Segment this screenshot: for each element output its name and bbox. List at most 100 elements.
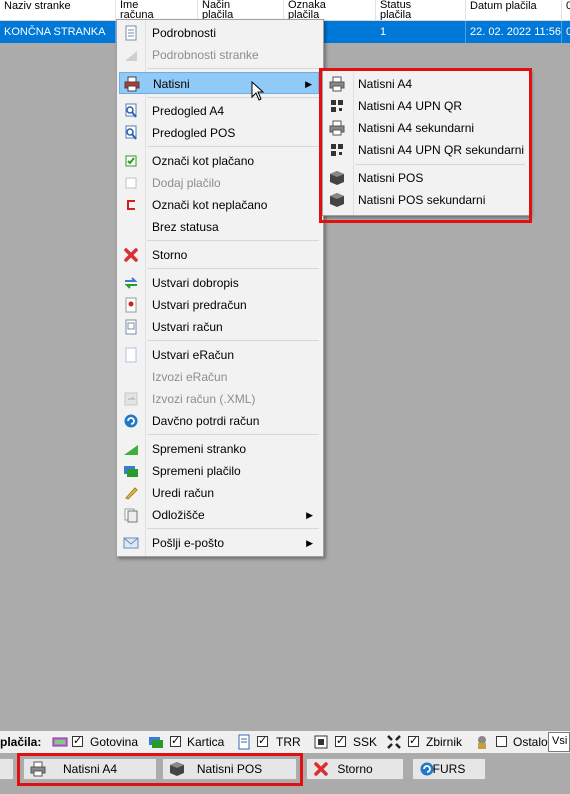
menu-item-preview-pos[interactable]: Predogled POS xyxy=(119,122,319,144)
action-button-bar: Natisni A4 Natisni POS Storno FURS xyxy=(0,753,570,794)
menu-item-label: Izvozi eRačun xyxy=(152,370,228,384)
menu-item-customer-details[interactable]: Podrobnosti stranke xyxy=(119,44,319,66)
filter-checkbox-cash[interactable] xyxy=(72,734,83,747)
column-header-payment-status[interactable]: Status plačila xyxy=(376,0,466,20)
menu-item-export-einvoice[interactable]: Izvozi eRačun xyxy=(119,366,319,388)
cash-icon xyxy=(52,737,68,747)
cell-payment-status[interactable]: 1 xyxy=(376,21,466,43)
export-xml-icon xyxy=(124,392,138,406)
filter-title: plačila: xyxy=(0,735,42,749)
menu-item-label: Ustvari predračun xyxy=(152,298,247,312)
invoice-icon xyxy=(125,319,137,335)
grid-header: Naziv stranke Ime računa Način plačila Ozn… xyxy=(0,0,570,21)
ssk-icon xyxy=(314,735,328,749)
printer-icon xyxy=(124,76,140,92)
furs-label: FURS xyxy=(432,762,466,776)
customer-details-icon xyxy=(125,51,137,61)
menu-item-label: Podrobnosti stranke xyxy=(152,48,259,62)
menu-item-label: Predogled A4 xyxy=(152,104,225,118)
column-header-customer-name[interactable]: Naziv stranke xyxy=(0,0,116,20)
menu-item-label: Označi kot plačano xyxy=(152,154,255,168)
tax-confirm-icon xyxy=(420,762,434,776)
menu-item-no-status[interactable]: Brez statusa xyxy=(119,216,319,238)
menu-item-label: Izvozi račun (.XML) xyxy=(152,392,256,406)
menu-item-mark-paid[interactable]: Označi kot plačano xyxy=(119,150,319,172)
filter-all-label: Vsi xyxy=(552,735,568,747)
details-icon xyxy=(125,25,137,41)
filter-label-trr: TRR xyxy=(276,735,301,749)
menu-item-label: Ustvari eRačun xyxy=(152,348,235,362)
mouse-cursor-icon xyxy=(251,81,265,101)
menu-item-export-xml[interactable]: Izvozi račun (.XML) xyxy=(119,388,319,410)
column-header-extra[interactable]: 0 xyxy=(562,0,570,20)
menu-item-create-einvoice[interactable]: Ustvari eRačun xyxy=(119,344,319,366)
highlight-box-buttons xyxy=(17,753,303,786)
change-payment-icon xyxy=(124,466,138,477)
filter-checkbox-other[interactable] xyxy=(496,736,507,747)
menu-item-send-email[interactable]: Pošlji e-pošto ▶ xyxy=(119,532,319,554)
column-header-payment-method[interactable]: Način plačila xyxy=(198,0,284,20)
highlight-box-submenu xyxy=(319,68,532,223)
menu-item-preview-a4[interactable]: Predogled A4 xyxy=(119,100,319,122)
menu-item-label: Uredi račun xyxy=(152,486,215,500)
column-header-invoice-name[interactable]: Ime računa xyxy=(116,0,198,20)
cell-extra[interactable]: 0 xyxy=(562,21,570,43)
storno-button[interactable]: Storno xyxy=(306,758,404,780)
submenu-arrow-icon: ▶ xyxy=(305,79,312,89)
menu-item-create-invoice[interactable]: Ustvari račun xyxy=(119,316,319,338)
partial-button[interactable] xyxy=(0,758,14,780)
menu-item-change-payment[interactable]: Spremeni plačilo xyxy=(119,460,319,482)
cell-payment-date[interactable]: 22. 02. 2022 11:56 xyxy=(466,21,562,43)
menu-item-edit-invoice[interactable]: Uredi račun xyxy=(119,482,319,504)
menu-item-clipboard[interactable]: Odložišče ▶ xyxy=(119,504,319,526)
menu-item-label: Odložišče xyxy=(152,508,205,522)
filter-label-other: Ostalo xyxy=(513,735,548,749)
column-header-payment-label[interactable]: Oznaka plačila xyxy=(284,0,376,20)
einvoice-icon xyxy=(125,347,137,363)
menu-item-change-customer[interactable]: Spremeni stranko xyxy=(119,438,319,460)
cancel-x-icon xyxy=(124,248,138,262)
menu-item-label: Predogled POS xyxy=(152,126,236,140)
menu-item-tax-confirm[interactable]: Davčno potrdi račun xyxy=(119,410,319,432)
mark-unpaid-icon xyxy=(127,200,135,210)
change-customer-icon xyxy=(124,445,138,455)
menu-item-label: Pošlji e-pošto xyxy=(152,536,225,550)
preview-icon xyxy=(125,125,137,140)
filter-checkbox-collective[interactable] xyxy=(408,734,419,747)
filter-checkbox-trr[interactable] xyxy=(257,734,268,747)
menu-item-details[interactable]: Podrobnosti xyxy=(119,22,319,44)
payment-filter-bar: plačila: Gotovina Kartica TRR SSK Zbirni… xyxy=(0,731,570,753)
filter-label-ssk: SSK xyxy=(353,735,378,749)
edit-pencil-icon xyxy=(125,487,138,500)
menu-item-label: Ustvari račun xyxy=(152,320,223,334)
menu-item-label: Natisni xyxy=(153,77,190,91)
submenu-arrow-icon: ▶ xyxy=(306,538,313,548)
bank-transfer-icon xyxy=(238,734,250,750)
clipboard-icon xyxy=(124,508,138,523)
menu-item-label: Spremeni stranko xyxy=(152,442,247,456)
menu-item-storno[interactable]: Storno xyxy=(119,244,319,266)
cell-customer-name[interactable]: KONČNA STRANKA xyxy=(0,21,116,43)
filter-checkbox-ssk[interactable] xyxy=(335,734,346,747)
menu-item-print[interactable]: Natisni ▶ xyxy=(119,72,319,94)
card-icon xyxy=(149,737,163,748)
menu-item-create-proforma[interactable]: Ustvari predračun xyxy=(119,294,319,316)
menu-item-label: Storno xyxy=(152,248,188,262)
collective-icon xyxy=(387,735,401,749)
other-icon xyxy=(478,736,486,749)
filter-checkbox-card[interactable] xyxy=(170,734,181,747)
filter-all-dropdown[interactable]: Vsi xyxy=(548,732,570,752)
proforma-icon xyxy=(125,297,137,313)
email-icon xyxy=(123,537,139,549)
menu-item-label: Brez statusa xyxy=(152,220,219,234)
menu-item-mark-unpaid[interactable]: Označi kot neplačano xyxy=(119,194,319,216)
credit-note-icon xyxy=(124,277,138,289)
menu-item-label: Spremeni plačilo xyxy=(152,464,241,478)
menu-item-add-payment[interactable]: Dodaj plačilo xyxy=(119,172,319,194)
column-header-payment-date[interactable]: Datum plačila xyxy=(466,0,562,20)
storno-label: Storno xyxy=(337,762,373,776)
tax-confirm-icon xyxy=(124,414,138,428)
furs-button[interactable]: FURS xyxy=(412,758,486,780)
menu-item-create-credit-note[interactable]: Ustvari dobropis xyxy=(119,272,319,294)
menu-item-label: Ustvari dobropis xyxy=(152,276,239,290)
